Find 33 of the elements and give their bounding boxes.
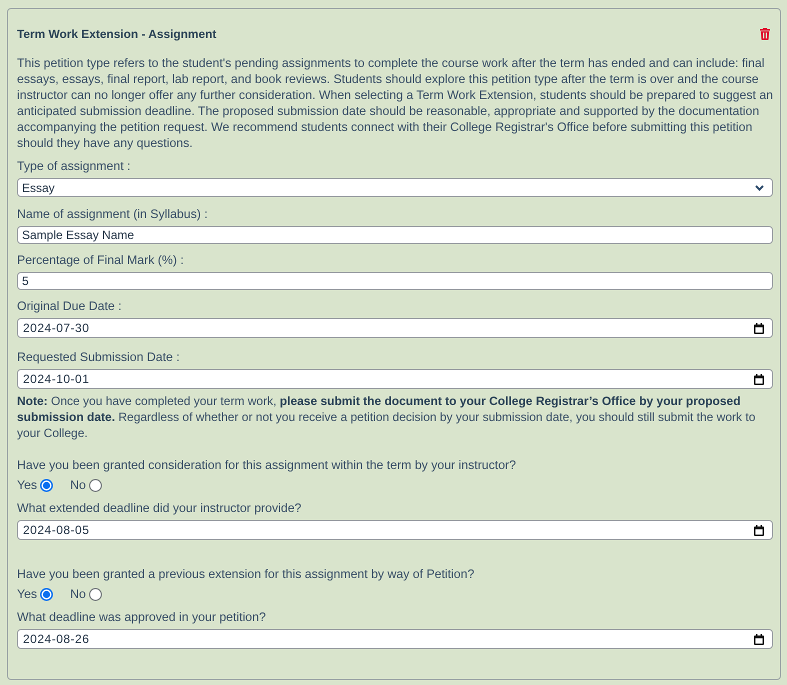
option-label[interactable]: Yes bbox=[17, 586, 38, 602]
chevron-down-icon bbox=[755, 184, 764, 190]
field-label: Type of assignment : bbox=[17, 158, 132, 174]
date-field[interactable]: 2024-08-05 bbox=[17, 520, 773, 540]
note-text: Note: Once you have completed your term work, please submit the document to your College Registrar’s Office by your proposed submission date. Regardless of whether or not you receive a petition decision by your submission date, you should still submit the work to your College. bbox=[17, 393, 756, 441]
text-field[interactable]: 5 bbox=[17, 272, 773, 290]
radio-button[interactable] bbox=[40, 478, 54, 492]
field-label: Percentage of Final Mark (%) : bbox=[17, 252, 185, 268]
text-field[interactable]: Sample Essay Name bbox=[17, 226, 773, 244]
radio-button[interactable] bbox=[88, 478, 102, 492]
trash-icon[interactable] bbox=[760, 28, 770, 40]
question-text: Have you been granted a previous extension for this assignment by way of Petition? bbox=[17, 566, 476, 582]
field-label: What extended deadline did your instructor provide? bbox=[17, 500, 302, 516]
dropdown[interactable]: Essay bbox=[17, 178, 773, 197]
card-title: Term Work Extension - Assignment bbox=[17, 26, 216, 42]
calendar-icon[interactable] bbox=[754, 322, 764, 334]
question-text: Have you been granted consideration for this assignment within the term by your instructor? bbox=[17, 457, 517, 473]
radio-button[interactable] bbox=[88, 588, 102, 600]
calendar-icon[interactable] bbox=[754, 374, 764, 384]
calendar-icon[interactable] bbox=[754, 524, 764, 536]
option-label[interactable]: No bbox=[70, 586, 86, 602]
description-text: This petition type refers to the student's pending assignments to complete the course work after the term has ended and can include: final essays, essays, final report, lab report, and book reviews. Students should explore this petition type after the term is over and the course instructor can no longer offer any further consideration. When selecting a Term Work Extension, students should be prepared to suggest an anticipated submission deadline. The proposed submission date should be reasonable, appropriate and supported by the documentation accompanying the petition request. We recommend students connect with their College Registrar's Office before submitting this petition should they have any questions. bbox=[17, 55, 773, 151]
date-field[interactable]: 2024-08-26 bbox=[17, 629, 773, 649]
calendar-icon[interactable] bbox=[754, 634, 764, 644]
radio-button[interactable] bbox=[40, 588, 54, 600]
field-label: Original Due Date : bbox=[17, 298, 123, 314]
date-field[interactable]: 2024-07-30 bbox=[17, 318, 773, 338]
field-label: What deadline was approved in your petition? bbox=[17, 609, 267, 625]
field-label: Name of assignment (in Syllabus) : bbox=[17, 206, 209, 222]
option-label[interactable]: No bbox=[70, 477, 86, 493]
date-field[interactable]: 2024-10-01 bbox=[17, 369, 773, 389]
field-label: Requested Submission Date : bbox=[17, 349, 181, 365]
option-label[interactable]: Yes bbox=[17, 477, 38, 493]
